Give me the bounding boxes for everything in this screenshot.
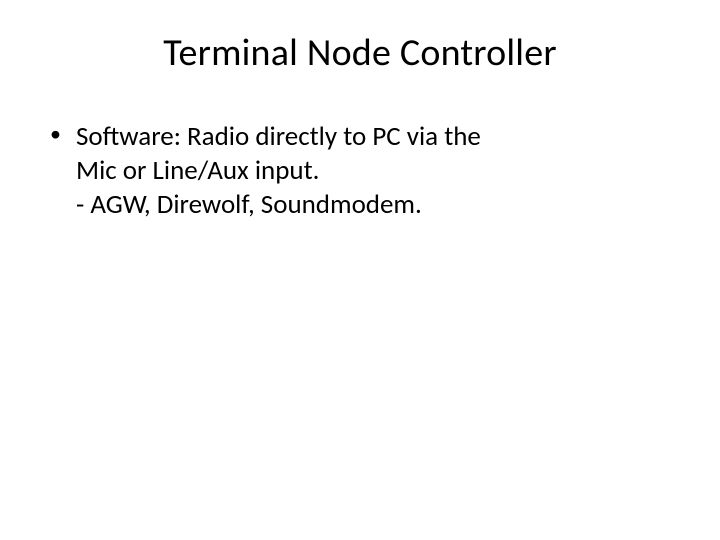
slide-body: Software: Radio directly to PC via the M… [48,120,672,221]
bullet-line-1: Software: Radio directly to PC via the [76,120,672,154]
slide: Terminal Node Controller Software: Radio… [0,0,720,540]
slide-title: Terminal Node Controller [48,30,672,76]
bullet-list: Software: Radio directly to PC via the M… [48,120,672,221]
bullet-item: Software: Radio directly to PC via the M… [72,120,672,221]
bullet-line-3: - AGW, Direwolf, Soundmodem. [76,188,672,222]
bullet-line-2: Mic or Line/Aux input. [76,154,672,188]
